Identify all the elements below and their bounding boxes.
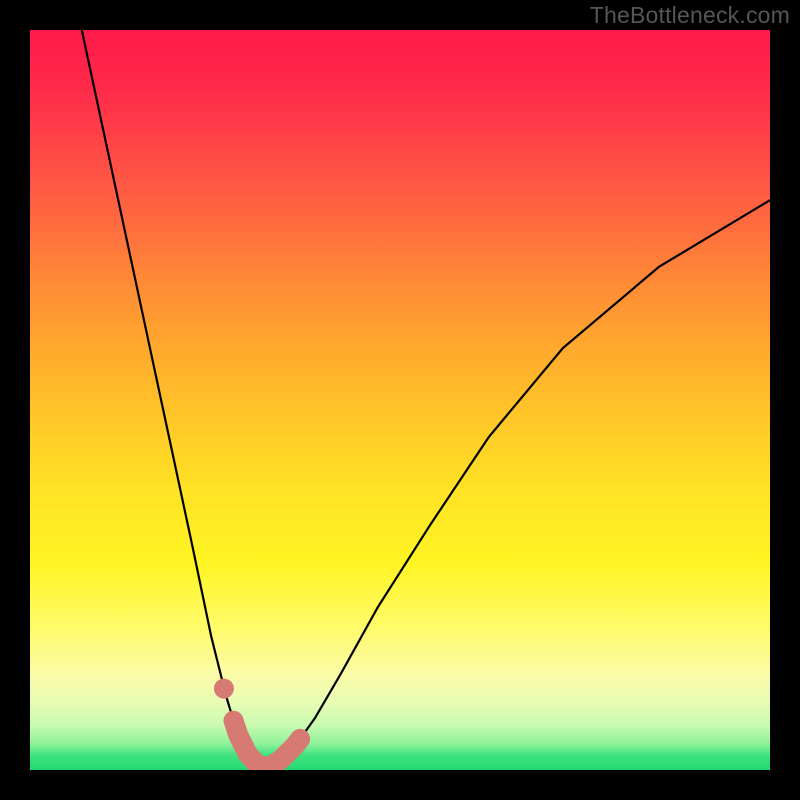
watermark-text: TheBottleneck.com [590, 2, 790, 29]
highlight-valley-band [234, 721, 301, 767]
bottleneck-curve [82, 30, 770, 766]
curve-layer [30, 30, 770, 770]
highlight-dot [214, 679, 234, 699]
chart-outer-frame: TheBottleneck.com [0, 0, 800, 800]
plot-area [30, 30, 770, 770]
